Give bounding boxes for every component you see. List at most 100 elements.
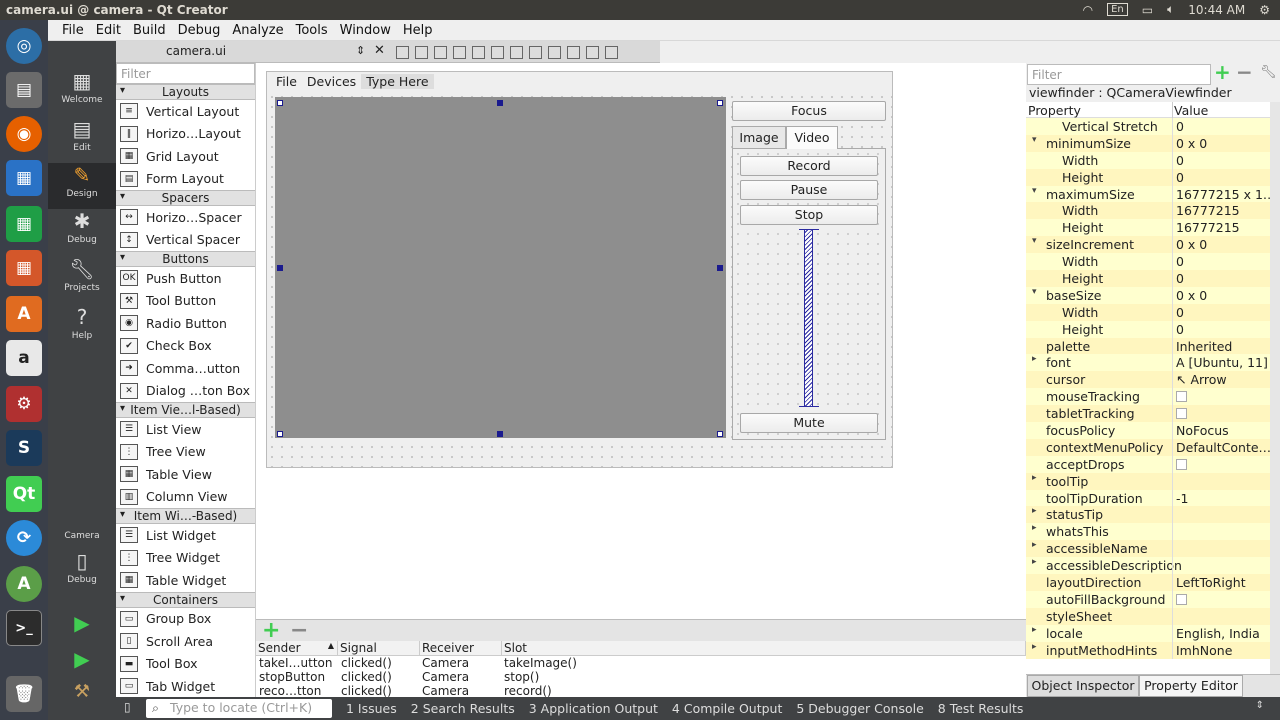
mode-help[interactable]: ? Help <box>48 305 116 351</box>
battery-icon[interactable]: ▭ <box>1142 3 1153 17</box>
property-row[interactable]: ▸ whatsThis <box>1026 523 1270 541</box>
property-value[interactable]: 16777215 <box>1176 220 1270 235</box>
column-header-signal[interactable]: Signal <box>338 641 420 656</box>
property-row[interactable]: tabletTracking <box>1026 405 1270 423</box>
property-checkbox[interactable] <box>1176 593 1187 605</box>
form-menu-devices[interactable]: Devices <box>302 74 361 89</box>
property-value[interactable] <box>1176 406 1270 422</box>
widget-item[interactable]: ⋮ Tree View <box>116 441 255 464</box>
table-cell[interactable]: record() <box>504 684 552 697</box>
property-value[interactable]: 0 <box>1176 153 1270 168</box>
trash-icon[interactable]: 🗑︎ <box>6 676 42 712</box>
files-icon[interactable]: ▤ <box>6 72 42 108</box>
property-scrollbar[interactable] <box>1270 102 1280 674</box>
property-row[interactable]: palette Inherited <box>1026 337 1270 355</box>
property-row[interactable]: acceptDrops <box>1026 455 1270 473</box>
property-value[interactable] <box>1176 389 1270 405</box>
toggle-sidebar-icon[interactable]: ▯ <box>124 700 131 714</box>
property-row[interactable]: ▸ toolTip <box>1026 472 1270 490</box>
property-value[interactable]: 0 <box>1176 170 1270 185</box>
property-row[interactable]: ▾ minimumSize 0 x 0 <box>1026 134 1270 152</box>
form-menu-file[interactable]: File <box>271 74 302 89</box>
selection-handle[interactable] <box>717 431 723 437</box>
widget-category-header[interactable]: Buttons <box>116 251 255 267</box>
terminal-icon[interactable]: >_ <box>6 610 42 646</box>
run-icon[interactable]: ▶ <box>48 611 116 637</box>
expand-arrow-icon[interactable]: ▸ <box>1032 473 1037 483</box>
widget-category-header[interactable]: Containers <box>116 591 255 608</box>
column-header-sender[interactable]: Sender ▲ <box>256 641 338 656</box>
property-row[interactable]: contextMenuPolicy DefaultConte… <box>1026 438 1270 456</box>
tab-image[interactable]: Image <box>732 126 786 148</box>
stop-button[interactable]: Stop <box>740 205 878 225</box>
layout-vertical-icon[interactable] <box>491 45 504 59</box>
property-row[interactable]: Height 0 <box>1026 270 1270 287</box>
power-icon[interactable]: ⚙ <box>1259 3 1270 17</box>
expand-arrow-icon[interactable]: ▸ <box>1032 642 1037 652</box>
property-row[interactable]: ▾ baseSize 0 x 0 <box>1026 286 1270 304</box>
viewfinder-widget[interactable] <box>275 97 726 438</box>
kit-project[interactable]: Camera <box>48 531 116 545</box>
tab-object-inspector[interactable]: Object Inspector <box>1027 675 1139 697</box>
property-filter-input[interactable]: Filter <box>1027 64 1211 85</box>
widget-item[interactable]: ▦ Grid Layout <box>116 145 255 168</box>
tab-property-editor[interactable]: Property Editor <box>1139 675 1243 697</box>
property-row[interactable]: ▸ font A [Ubuntu, 11] <box>1026 354 1270 372</box>
property-row[interactable]: ▸ accessibleName <box>1026 540 1270 558</box>
property-value[interactable]: 0 <box>1176 322 1270 337</box>
property-checkbox[interactable] <box>1176 391 1187 403</box>
table-cell[interactable]: takeI…utton <box>259 656 332 670</box>
table-cell[interactable]: Camera <box>422 670 469 684</box>
edit-buddies-icon[interactable] <box>434 45 447 59</box>
widget-item[interactable]: ▦ Table Widget <box>116 569 255 592</box>
widget-item[interactable]: ≡ Vertical Layout <box>116 100 255 123</box>
table-cell[interactable]: reco…tton <box>259 684 321 697</box>
expand-arrow-icon[interactable]: ▸ <box>1032 540 1037 550</box>
mode-projects[interactable]: 🔧︎ Projects <box>48 257 116 303</box>
widget-item[interactable]: ➜ Comma…utton <box>116 357 255 380</box>
widget-item[interactable]: ↕ Vertical Spacer <box>116 229 255 252</box>
adjust-size-icon[interactable] <box>605 45 618 59</box>
mode-design[interactable]: ✎ Design <box>48 163 116 209</box>
property-value[interactable]: 0 <box>1176 119 1270 134</box>
clock[interactable]: 10:44 AM <box>1188 3 1245 17</box>
firefox-icon[interactable]: ◉ <box>6 116 42 152</box>
selection-handle[interactable] <box>277 431 283 437</box>
widget-item[interactable]: ⋮ Tree Widget <box>116 547 255 570</box>
widget-item[interactable]: ↔ Horizo…Spacer <box>116 206 255 229</box>
widget-item[interactable]: ▬ Tool Box <box>116 653 255 676</box>
document-tab[interactable]: camera.ui <box>166 44 226 58</box>
property-row[interactable]: ▾ maximumSize 16777215 x 1… <box>1026 185 1270 203</box>
pane-debugger-console[interactable]: 5 Debugger Console <box>796 701 923 716</box>
pause-button[interactable]: Pause <box>740 180 878 200</box>
property-row[interactable]: ▾ sizeIncrement 0 x 0 <box>1026 236 1270 254</box>
qt-creator-icon[interactable]: Qt <box>6 476 42 512</box>
amazon-icon[interactable]: a <box>6 340 42 376</box>
widget-item[interactable]: ▯ Scroll Area <box>116 630 255 653</box>
widget-category-header[interactable]: Layouts <box>116 84 255 100</box>
widget-item[interactable]: ⚒ Tool Button <box>116 290 255 313</box>
expand-arrow-icon[interactable]: ▸ <box>1032 354 1037 364</box>
volume-icon[interactable]: 🔈︎ <box>1167 2 1174 17</box>
widget-category-header[interactable]: Spacers <box>116 190 255 206</box>
property-value[interactable]: DefaultConte… <box>1176 440 1270 455</box>
break-layout-icon[interactable] <box>586 45 599 59</box>
close-document-icon[interactable]: ✕ <box>374 43 385 58</box>
menu-edit[interactable]: Edit <box>90 23 127 38</box>
menu-file[interactable]: File <box>56 23 90 38</box>
pane-test-results[interactable]: 8 Test Results <box>938 701 1024 716</box>
writer-icon[interactable]: ▦ <box>6 160 42 196</box>
locator-input[interactable]: ⌕ Type to locate (Ctrl+K) <box>146 699 332 718</box>
property-value[interactable]: 0 x 0 <box>1176 237 1270 252</box>
mode-debug[interactable]: ✱ Debug <box>48 209 116 255</box>
property-value[interactable]: 0 <box>1176 271 1270 286</box>
table-cell[interactable]: stop() <box>504 670 539 684</box>
expand-arrow-icon[interactable]: ▾ <box>1032 186 1037 196</box>
property-value[interactable]: ImhNone <box>1176 643 1270 658</box>
edit-widgets-icon[interactable] <box>396 45 409 59</box>
property-row[interactable]: ▸ accessibleDescription <box>1026 557 1270 575</box>
property-row[interactable]: toolTipDuration -1 <box>1026 489 1270 507</box>
language-indicator[interactable]: En <box>1107 3 1128 16</box>
splitter-vertical-icon[interactable] <box>529 45 542 59</box>
expand-arrow-icon[interactable]: ▸ <box>1032 625 1037 635</box>
